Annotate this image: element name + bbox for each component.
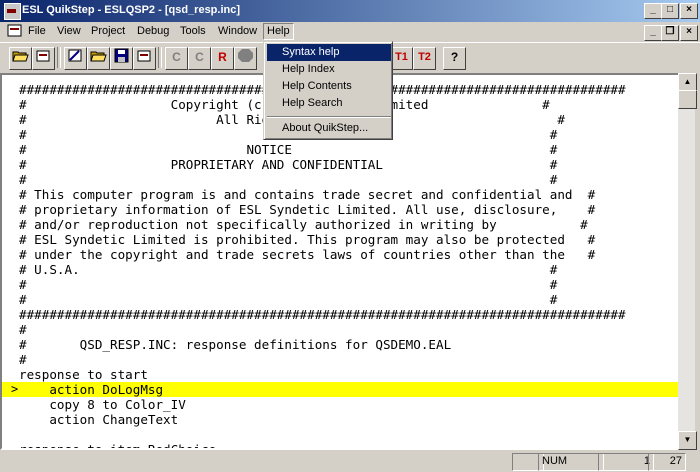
trace2-button[interactable]: T2: [413, 47, 436, 70]
mdi-close-button[interactable]: ×: [680, 25, 698, 41]
code-line: # PROPRIETARY AND CONFIDENTIAL #: [19, 157, 558, 172]
menu-view[interactable]: View: [54, 24, 84, 39]
vertical-scrollbar[interactable]: ▲ ▼: [678, 73, 697, 450]
new-project-icon[interactable]: [64, 47, 87, 70]
code-line: # #: [19, 292, 558, 307]
compile-run-button[interactable]: C: [188, 47, 211, 70]
code-line: copy 8 to Color_IV: [19, 397, 186, 412]
mdi-restore-button[interactable]: ❐: [661, 25, 679, 41]
menu-tools[interactable]: Tools: [177, 24, 209, 39]
open-folder-icon[interactable]: [9, 47, 32, 70]
minimize-button[interactable]: _: [644, 3, 662, 19]
menu-item-syntax-help[interactable]: Syntax help: [267, 44, 391, 61]
code-line: action ChangeText: [19, 412, 179, 427]
close-project-icon[interactable]: [133, 47, 156, 70]
code-line: ########################################…: [19, 307, 626, 322]
menu-item-help-search[interactable]: Help Search: [267, 95, 391, 112]
code-line: #: [19, 322, 27, 337]
open-project-icon[interactable]: [87, 47, 110, 70]
code-line: # NOTICE #: [19, 142, 558, 157]
menu-project[interactable]: Project: [88, 24, 128, 39]
execution-marker: >: [11, 382, 19, 396]
line-number: 1: [598, 453, 654, 471]
menu-bar: File View Project Debug Tools Window Hel…: [0, 22, 700, 41]
num-lock-indicator: NUM: [538, 453, 604, 471]
maximize-button[interactable]: □: [661, 3, 679, 19]
menu-item-help-index[interactable]: Help Index: [267, 61, 391, 78]
compile-button[interactable]: C: [165, 47, 188, 70]
toolbar-separator: [158, 47, 162, 68]
menu-help[interactable]: Help: [263, 23, 294, 40]
menu-debug[interactable]: Debug: [134, 24, 172, 39]
close-button[interactable]: ×: [680, 3, 698, 19]
title-bar: ESL QuikStep - ESLQSP2 - [qsd_resp.inc] …: [0, 0, 700, 22]
menu-window[interactable]: Window: [215, 24, 260, 39]
run-button[interactable]: R: [211, 47, 234, 70]
scroll-down-icon[interactable]: ▼: [678, 431, 697, 450]
menu-item-help-contents[interactable]: Help Contents: [267, 78, 391, 95]
help-menu-dropdown: Syntax help Help Index Help Contents Hel…: [263, 41, 393, 140]
code-line: # #: [19, 277, 558, 292]
code-line: # QSD_RESP.INC: response definitions for…: [19, 337, 452, 352]
code-line: # proprietary information of ESL Syndeti…: [19, 202, 596, 217]
window-title: ESL QuikStep - ESLQSP2 - [qsd_resp.inc]: [22, 4, 241, 16]
code-line: action DoLogMsg: [19, 382, 164, 397]
menu-separator: [267, 116, 391, 118]
save-icon[interactable]: [110, 47, 133, 70]
code-line: # under the copyright and trade secrets …: [19, 247, 596, 262]
code-line: # This computer program is and contains …: [19, 187, 596, 202]
code-line: #: [19, 352, 27, 367]
stop-icon[interactable]: [234, 47, 257, 70]
menu-file[interactable]: File: [25, 24, 49, 39]
scroll-thumb[interactable]: [678, 90, 697, 109]
context-help-button[interactable]: ?: [443, 47, 466, 70]
code-line: # #: [19, 172, 558, 187]
trace1-button[interactable]: T1: [390, 47, 413, 70]
code-line: # and/or reproduction not specifically a…: [19, 217, 588, 232]
code-line: # ESL Syndetic Limited is prohibited. Th…: [19, 232, 596, 247]
column-number: 27: [648, 453, 686, 471]
code-line: response to start: [19, 367, 148, 382]
app-icon[interactable]: [4, 3, 21, 20]
mdi-minimize-button[interactable]: _: [644, 25, 662, 41]
menu-item-about[interactable]: About QuikStep...: [267, 120, 391, 137]
status-bar: NUM 1 27: [0, 451, 700, 472]
toolbar-separator: [57, 47, 61, 68]
code-line: # U.S.A. #: [19, 262, 558, 277]
document-icon[interactable]: [7, 24, 23, 38]
close-file-icon[interactable]: [32, 47, 55, 70]
code-line: response to item RedChoice: [19, 442, 217, 450]
